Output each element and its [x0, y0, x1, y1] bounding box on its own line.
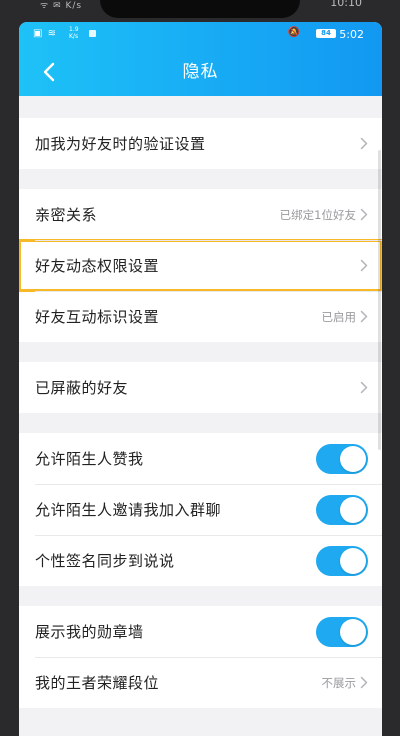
settings-row-label: 个性签名同步到说说	[35, 552, 175, 570]
settings-row-label: 我的王者荣耀段位	[35, 674, 160, 692]
settings-row[interactable]: 加我为好友时的验证设置	[19, 118, 382, 169]
settings-section: 加我为好友时的验证设置	[19, 118, 382, 169]
settings-row[interactable]: 亲密关系 已绑定1位好友	[19, 189, 382, 240]
toggle-switch[interactable]	[316, 616, 368, 647]
settings-section: 已屏蔽的好友	[19, 362, 382, 413]
back-button[interactable]	[31, 52, 67, 92]
settings-row-label: 亲密关系	[35, 206, 98, 224]
outer-status-icons: ᯤ ✉ K/s	[40, 1, 83, 11]
toggle-knob	[340, 496, 366, 523]
settings-section: 允许陌生人赞我允许陌生人邀请我加入群聊 个性签名同步到说说	[19, 433, 382, 586]
settings-row-value: 已启用	[321, 309, 357, 324]
app-header: ▣ ≋ 1.9 K/s 🔕 84 5:02 隐私	[19, 22, 382, 96]
settings-row-value: 已绑定1位好友	[279, 207, 356, 222]
settings-list: 加我为好友时的验证设置 亲密关系 已绑定1位好友好友动态权限设置 好友互动标识设置 已启…	[19, 96, 382, 708]
camera-notch	[100, 0, 300, 18]
settings-row[interactable]: 好友动态权限设置	[19, 239, 382, 292]
toggle-switch[interactable]	[316, 545, 368, 576]
mute-bell-icon: 🔕	[287, 27, 300, 38]
nav-bar: 隐私	[19, 48, 382, 96]
chevron-right-icon	[360, 137, 368, 150]
settings-row[interactable]: 展示我的勋章墙	[19, 606, 382, 657]
settings-row-label: 允许陌生人赞我	[35, 450, 144, 468]
app-screen: ▣ ≋ 1.9 K/s 🔕 84 5:02 隐私 加我为好友时的验证设置 亲密关系…	[19, 22, 382, 736]
settings-row-label: 允许陌生人邀请我加入群聊	[35, 501, 222, 519]
notification-icon	[89, 30, 96, 37]
status-bar: ▣ ≋ 1.9 K/s 🔕 84 5:02	[19, 22, 382, 48]
chevron-right-icon	[360, 381, 368, 394]
settings-row[interactable]: 好友互动标识设置 已启用	[19, 291, 382, 342]
toggle-knob	[340, 618, 366, 645]
toggle-switch[interactable]	[316, 443, 368, 474]
settings-row-label: 展示我的勋章墙	[35, 623, 144, 641]
chevron-right-icon	[360, 259, 368, 272]
chevron-right-icon	[360, 310, 368, 323]
settings-row[interactable]: 我的王者荣耀段位 不展示	[19, 657, 382, 708]
chevron-right-icon	[360, 208, 368, 221]
outer-status-time: 10:10	[330, 0, 362, 9]
page-title: 隐私	[182, 62, 219, 82]
settings-row-label: 加我为好友时的验证设置	[35, 135, 206, 153]
settings-section: 亲密关系 已绑定1位好友好友动态权限设置 好友互动标识设置 已启用	[19, 189, 382, 342]
scrollbar[interactable]	[378, 150, 381, 450]
toggle-knob	[340, 445, 366, 472]
settings-row[interactable]: 个性签名同步到说说	[19, 535, 382, 586]
settings-section: 展示我的勋章墙 我的王者荣耀段位 不展示	[19, 606, 382, 708]
settings-row[interactable]: 已屏蔽的好友	[19, 362, 382, 413]
settings-row-label: 好友动态权限设置	[35, 257, 160, 275]
settings-row-label: 好友互动标识设置	[35, 308, 160, 326]
toggle-switch[interactable]	[316, 494, 368, 525]
status-time: 5:02	[339, 28, 364, 41]
status-left-icons: ▣ ≋	[33, 28, 58, 39]
settings-row[interactable]: 允许陌生人邀请我加入群聊	[19, 484, 382, 535]
chevron-left-icon	[43, 62, 55, 82]
battery-icon: 84	[316, 29, 336, 38]
toggle-knob	[340, 547, 366, 574]
settings-row-label: 已屏蔽的好友	[35, 379, 129, 397]
network-speed: 1.9 K/s	[69, 26, 79, 40]
settings-row-value: 不展示	[321, 675, 357, 690]
phone-frame: ᯤ ✉ K/s 10:10 ▣ ≋ 1.9 K/s 🔕 84 5:02 隐私 加…	[0, 0, 400, 736]
settings-row[interactable]: 允许陌生人赞我	[19, 433, 382, 484]
chevron-right-icon	[360, 676, 368, 689]
